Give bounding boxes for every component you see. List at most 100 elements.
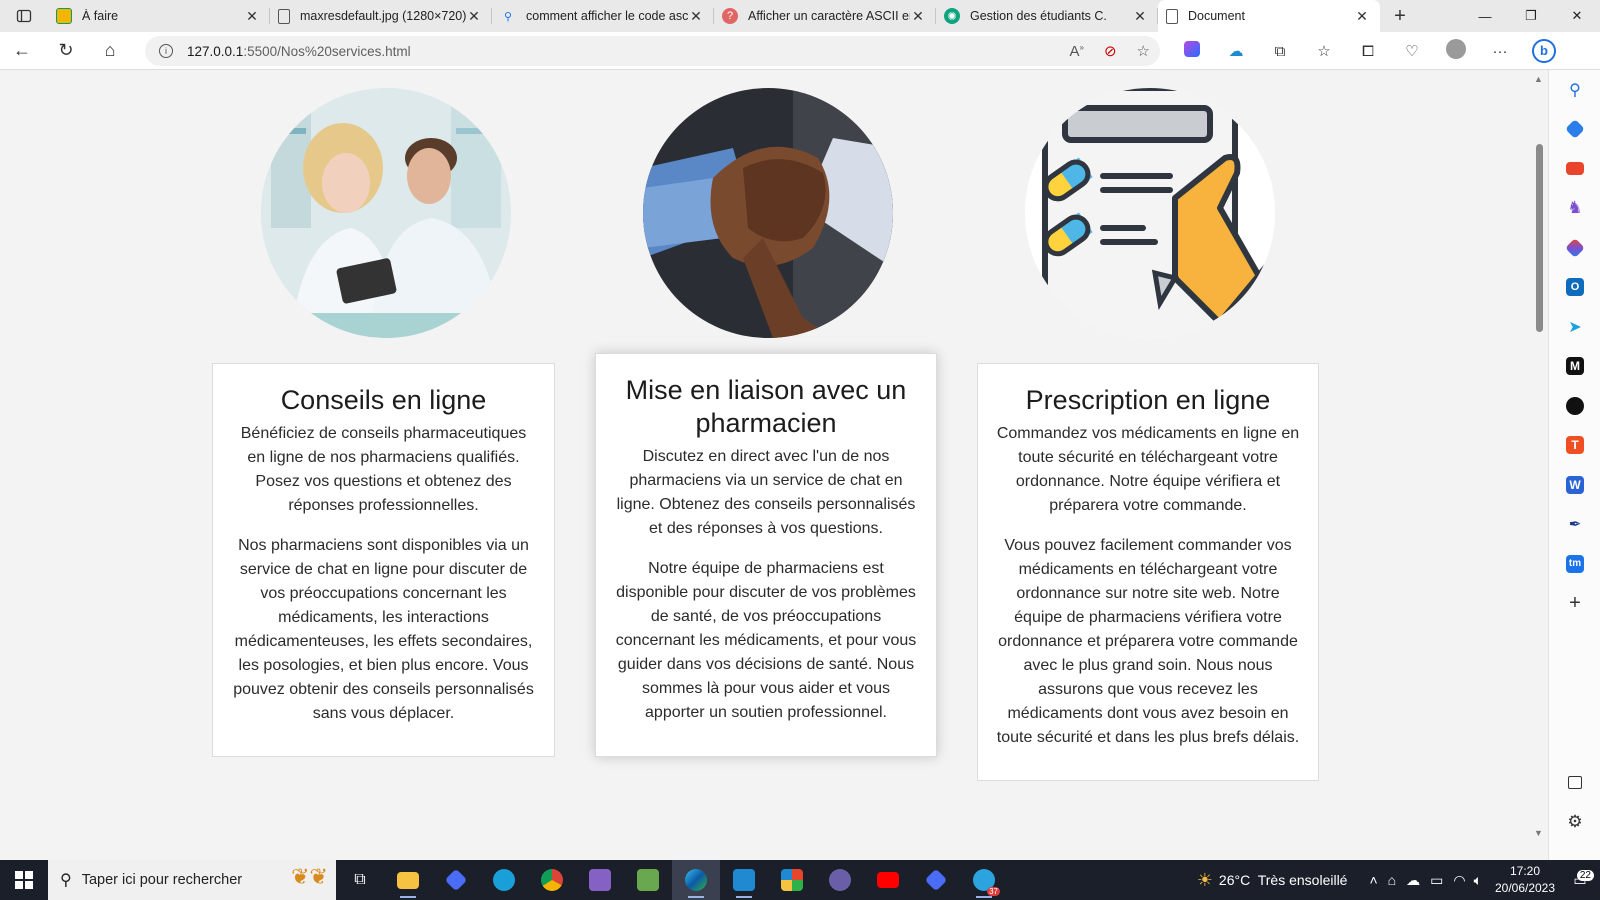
weather-text[interactable]: 26°C Très ensoleillé (1219, 872, 1348, 888)
taskbar-app-green[interactable] (624, 860, 672, 900)
tracking-prevention-icon[interactable]: ⊘ (1104, 42, 1117, 60)
tab-bar: À faire ✕ maxresdefault.jpg (1280×720) ✕… (0, 0, 1600, 32)
profile-avatar[interactable] (1434, 39, 1478, 63)
taskbar-app-teal[interactable] (480, 860, 528, 900)
bing-chat-icon[interactable]: b (1522, 39, 1566, 63)
t-app-icon: T (1566, 436, 1584, 455)
taskbar-app-diamond[interactable] (912, 860, 960, 900)
tm-app-icon: tm (1566, 554, 1584, 573)
clock-date: 20/06/2023 (1494, 881, 1556, 895)
notification-center-button[interactable]: ▭ 22 (1560, 869, 1600, 889)
folder-icon (397, 871, 419, 889)
scrollbar-thumb[interactable] (1536, 144, 1543, 332)
clock[interactable]: 17:20 20/06/2023 (1490, 863, 1560, 897)
outlook-icon: O (1566, 278, 1584, 297)
butterflies-decoration-icon: ❦❦ (291, 864, 328, 889)
taskbar-search-box[interactable]: ⚲ Taper ici pour rechercher ❦❦ (48, 860, 336, 900)
home-button[interactable]: ⌂ (88, 32, 132, 70)
tab-actions-button[interactable] (0, 0, 48, 32)
chevron-up-icon[interactable]: ˄ (1369, 872, 1377, 888)
close-tab-icon[interactable]: ✕ (466, 8, 482, 25)
sidebar-outlook-button[interactable]: O (1549, 268, 1600, 308)
wifi-icon[interactable]: ◠ (1453, 872, 1465, 889)
youtube-icon (877, 872, 899, 888)
tab-search-ascii[interactable]: ⚲ comment afficher le code ascii ✕ (492, 0, 714, 32)
read-aloud-icon[interactable]: A» (1070, 43, 1084, 60)
system-tray: ☀ 26°C Très ensoleillé ˄ ⌂ ☁ ▭ ◠ 🔈︎ 17:2… (1197, 860, 1600, 900)
task-view-icon: ⧉ (354, 871, 366, 888)
back-button[interactable]: ← (0, 32, 44, 70)
service-description: Bénéficiez de conseils pharmaceutiques e… (240, 425, 527, 514)
app-icon (829, 869, 851, 891)
taskbar-edge[interactable] (672, 860, 720, 900)
app-icon (637, 869, 659, 891)
scroll-down-icon[interactable]: ▼ (1534, 828, 1543, 838)
sidebar-search-button[interactable]: ⚲ (1549, 70, 1600, 110)
sidebar-games-button[interactable]: ♞ (1549, 189, 1600, 229)
close-tab-icon[interactable]: ✕ (1132, 8, 1148, 25)
extension-cloud-icon[interactable]: ☁ (1214, 42, 1258, 60)
paper-plane-icon: ➤ (1568, 318, 1582, 336)
task-view-button[interactable]: ⧉ (336, 860, 384, 900)
sidebar-t-button[interactable]: T (1549, 426, 1600, 466)
battery-icon[interactable]: ▭ (1430, 872, 1443, 889)
sidebar-medium-button[interactable]: M (1549, 347, 1600, 387)
close-tab-icon[interactable]: ✕ (688, 8, 704, 25)
taskbar-app-blue[interactable] (432, 860, 480, 900)
pen-icon: ✒ (1568, 516, 1582, 534)
minimize-button[interactable]: — (1462, 0, 1508, 32)
start-button[interactable] (0, 860, 48, 900)
favorite-star-icon[interactable]: ☆ (1137, 42, 1150, 60)
browser-essentials-icon[interactable]: ♡ (1390, 42, 1434, 60)
pharmacists-consultation-image (261, 88, 511, 338)
sidebar-w-button[interactable]: W (1549, 465, 1600, 505)
sidebar-pen-button[interactable]: ✒ (1549, 505, 1600, 545)
sidebar-add-button[interactable]: + (1549, 584, 1600, 624)
more-menu-icon[interactable]: ··· (1478, 43, 1522, 60)
refresh-icon: ↻ (58, 40, 74, 60)
tab-a-faire[interactable]: À faire ✕ (48, 0, 270, 32)
tab-gestion-etudiants[interactable]: ✺ Gestion des étudiants C. ✕ (936, 0, 1158, 32)
windows-taskbar: ⚲ Taper ici pour rechercher ❦❦ ⧉ 37 ☀ 26… (0, 860, 1600, 900)
favorites-icon[interactable]: ☆ (1302, 42, 1346, 60)
tab-document[interactable]: Document ✕ (1158, 0, 1380, 32)
new-tab-button[interactable]: + (1380, 0, 1420, 32)
taskbar-youtube[interactable] (864, 860, 912, 900)
taskbar-app-squares[interactable] (768, 860, 816, 900)
sidebar-tm-button[interactable]: tm (1549, 544, 1600, 584)
service-title: Mise en liaison avec un pharmacien (625, 375, 907, 438)
collections-icon[interactable]: ⧠ (1346, 43, 1390, 60)
scroll-up-icon[interactable]: ▲ (1534, 74, 1543, 84)
close-window-button[interactable]: ✕ (1554, 0, 1600, 32)
taskbar-vscode[interactable] (720, 860, 768, 900)
visual-studio-icon (589, 869, 611, 891)
taskbar-chrome[interactable] (528, 860, 576, 900)
tab-afficher-ascii[interactable]: ? Afficher un caractère ASCII en ✕ (714, 0, 936, 32)
taskbar-file-explorer[interactable] (384, 860, 432, 900)
taskbar-app-purple[interactable] (816, 860, 864, 900)
close-tab-icon[interactable]: ✕ (1354, 8, 1370, 25)
close-tab-icon[interactable]: ✕ (910, 8, 926, 25)
onedrive-icon[interactable]: ☁ (1406, 872, 1420, 889)
extension-copilot-icon[interactable] (1170, 41, 1214, 61)
extensions-puzzle-icon[interactable]: ⧉ (1258, 43, 1302, 60)
address-bar[interactable]: i 127.0.0.1:5500/Nos%20services.html A» … (145, 36, 1160, 66)
sidebar-settings-button[interactable]: ⚙ (1549, 802, 1600, 842)
restore-button[interactable]: ❐ (1508, 0, 1554, 32)
sidebar-tools-button[interactable] (1549, 149, 1600, 189)
volume-icon[interactable]: 🔈︎ (1474, 872, 1482, 889)
page-scrollbar[interactable]: ▲ ▼ (1530, 70, 1548, 860)
taskbar-telegram[interactable]: 37 (960, 860, 1008, 900)
app-icon (924, 868, 948, 892)
sidebar-hide-button[interactable] (1549, 763, 1600, 803)
tab-maxresdefault[interactable]: maxresdefault.jpg (1280×720) ✕ (270, 0, 492, 32)
sidebar-office-button[interactable] (1549, 228, 1600, 268)
tray-app-icon[interactable]: ⌂ (1388, 872, 1396, 888)
taskbar-visual-studio[interactable] (576, 860, 624, 900)
refresh-button[interactable]: ↻ (44, 32, 88, 70)
sidebar-github-button[interactable] (1549, 386, 1600, 426)
sidebar-send-button[interactable]: ➤ (1549, 307, 1600, 347)
close-tab-icon[interactable]: ✕ (244, 8, 260, 25)
app-icon (781, 869, 803, 891)
sidebar-shopping-button[interactable] (1549, 110, 1600, 150)
